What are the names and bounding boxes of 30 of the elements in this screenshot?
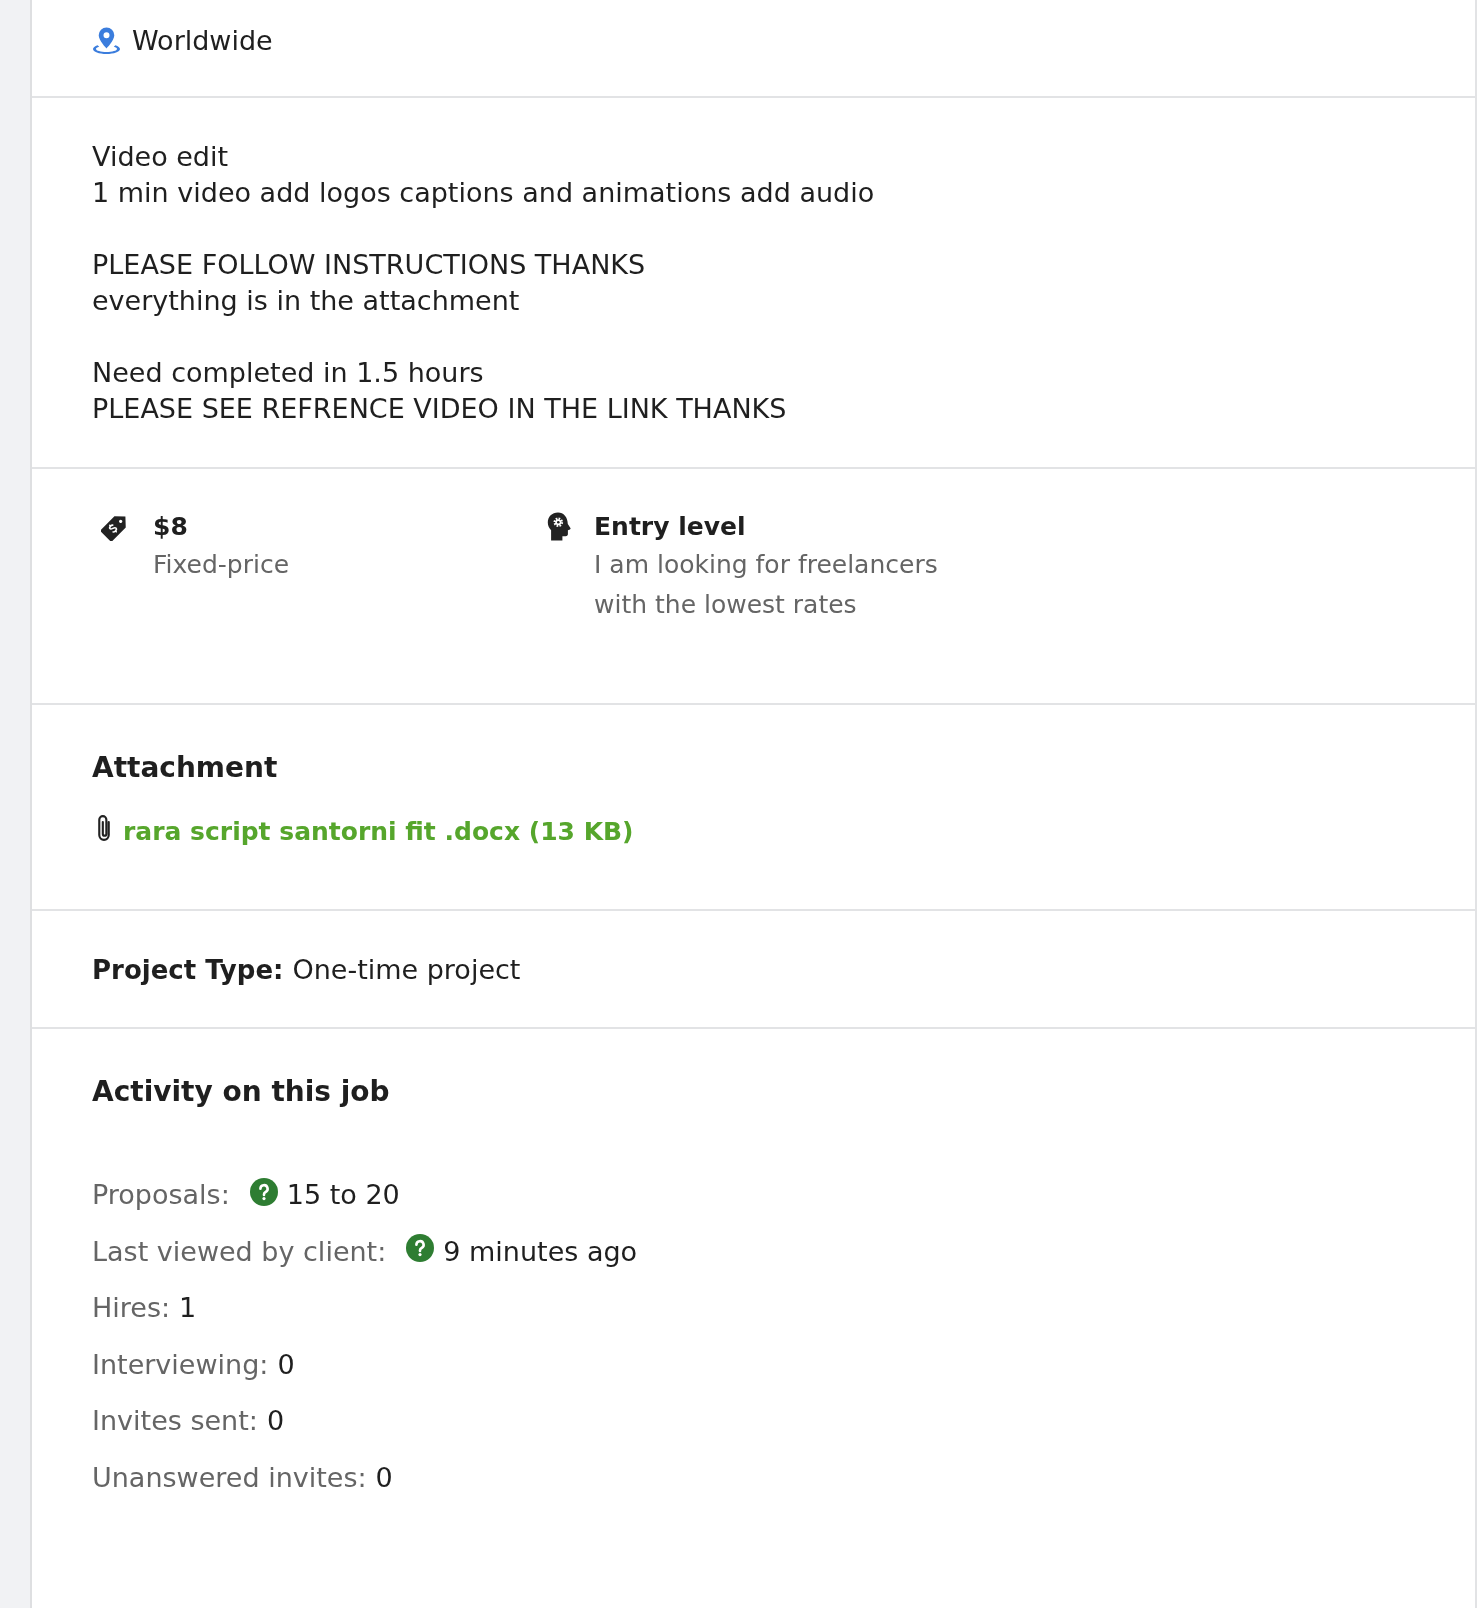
- detail-subtitle: I am looking for freelancers with the lowest rates: [594, 549, 939, 621]
- activity-label: Unanswered invites:: [92, 1460, 367, 1495]
- detail-title: $8: [153, 511, 188, 543]
- activity-value: 9 minutes ago: [443, 1234, 638, 1269]
- project-type-value: One-time project: [292, 953, 521, 987]
- activity-label: Last viewed by client:: [92, 1234, 387, 1269]
- activity-label: Proposals:: [92, 1178, 230, 1212]
- paperclip-icon: [98, 815, 110, 841]
- head-gear-icon: [547, 512, 571, 541]
- description-paragraph: Need completed in 1.5 hours PLEASE SEE REFRENCE VIDEO IN THE LINK THANKS: [92, 356, 788, 426]
- description-paragraph: Video edit 1 min video add logos captions and animations add audio: [92, 140, 876, 210]
- location-text: Worldwide: [132, 24, 273, 58]
- activity-value: 0: [375, 1460, 393, 1495]
- description-paragraph: PLEASE FOLLOW INSTRUCTIONS THANKS everything is in the attachment: [92, 248, 647, 318]
- activity-value: 1: [179, 1291, 197, 1326]
- detail-subtitle: Fixed-price: [153, 549, 290, 581]
- project-type-label: Project Type:: [92, 954, 284, 987]
- attachment-heading: Attachment: [92, 750, 279, 786]
- attachment-link[interactable]: rara script santorni fit .docx (13 KB): [123, 814, 634, 850]
- activity-value: 0: [266, 1404, 285, 1439]
- detail-title: Entry level: [594, 511, 746, 543]
- activity-heading: Activity on this job: [92, 1074, 391, 1110]
- activity-value: 15 to 20: [286, 1178, 400, 1212]
- help-icon[interactable]: [249, 1177, 278, 1206]
- activity-label: Hires:: [92, 1291, 171, 1326]
- location-pin-icon: [92, 26, 121, 54]
- help-icon[interactable]: [406, 1234, 435, 1263]
- activity-label: Invites sent:: [92, 1404, 258, 1439]
- activity-value: 0: [277, 1347, 295, 1382]
- activity-label: Interviewing:: [92, 1347, 269, 1382]
